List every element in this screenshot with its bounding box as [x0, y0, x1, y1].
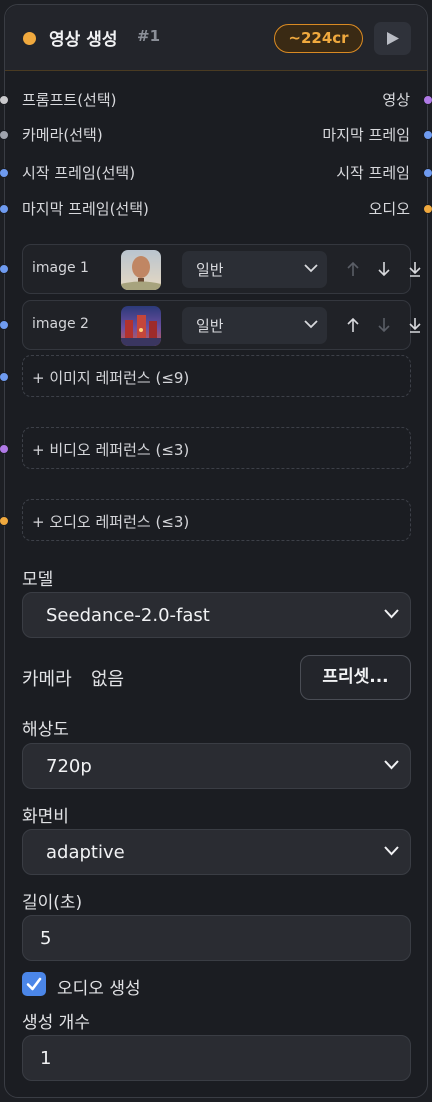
last-frame-output-port[interactable]	[423, 130, 432, 140]
resolution-label: 해상도	[22, 720, 69, 740]
move-bottom-icon[interactable]	[407, 260, 423, 278]
add-image-reference-button[interactable]: + 이미지 레퍼런스 (≤9)	[22, 355, 411, 397]
duration-label: 길이(초)	[22, 893, 83, 913]
chevron-down-icon	[384, 760, 399, 770]
image-mode-select[interactable]: 일반	[182, 251, 327, 288]
audio-output-port[interactable]	[423, 204, 432, 214]
input-label: 시작 프레임(선택)	[22, 164, 136, 182]
camera-input-port[interactable]	[0, 130, 9, 140]
move-bottom-icon[interactable]	[407, 316, 423, 334]
preset-button[interactable]: 프리셋...	[300, 655, 411, 700]
image-thumbnail[interactable]	[121, 250, 161, 290]
prompt-input-port[interactable]	[0, 95, 9, 105]
model-value: Seedance-2.0-fast	[46, 605, 210, 626]
resolution-select[interactable]: 720p	[22, 743, 411, 789]
aspect-value: adaptive	[46, 842, 125, 863]
checkmark-icon	[26, 977, 42, 991]
camera-value: 없음	[91, 669, 125, 690]
audio-generation-checkbox[interactable]	[22, 972, 46, 996]
image-mode-select[interactable]: 일반	[182, 307, 327, 344]
run-button[interactable]	[374, 22, 411, 55]
move-up-icon[interactable]	[345, 316, 361, 334]
node-index: #1	[137, 27, 161, 45]
image-ref-input-port[interactable]	[0, 372, 9, 382]
add-image-reference-label: + 이미지 레퍼런스 (≤9)	[32, 369, 190, 387]
aspect-label: 화면비	[22, 807, 69, 827]
image-2-input-port[interactable]	[0, 320, 9, 330]
video-output-port[interactable]	[423, 95, 432, 105]
image-mode-value: 일반	[196, 261, 224, 279]
aspect-select[interactable]: adaptive	[22, 829, 411, 875]
cost-badge: ~224cr	[274, 24, 363, 53]
add-video-reference-label: + 비디오 레퍼런스 (≤3)	[32, 441, 190, 459]
audio-ref-input-port[interactable]	[0, 516, 9, 526]
node-title: 영상 생성	[49, 30, 118, 50]
camera-label: 카메라	[22, 669, 72, 690]
chevron-down-icon	[384, 609, 399, 619]
start-frame-output-port[interactable]	[423, 168, 432, 178]
chevron-down-icon	[304, 264, 318, 273]
duration-input[interactable]: 5	[22, 915, 411, 961]
image-thumbnail[interactable]	[121, 306, 161, 346]
start-frame-input-port[interactable]	[0, 168, 9, 178]
count-value: 1	[40, 1048, 52, 1069]
audio-generation-label: 오디오 생성	[57, 979, 141, 999]
count-input[interactable]: 1	[22, 1035, 411, 1081]
play-icon	[387, 32, 399, 45]
chevron-down-icon	[384, 846, 399, 856]
add-audio-reference-label: + 오디오 레퍼런스 (≤3)	[32, 513, 190, 531]
count-label: 생성 개수	[22, 1013, 90, 1033]
output-label: 마지막 프레임	[322, 126, 410, 144]
io-row-last-frame: 마지막 프레임(선택) 오디오	[0, 198, 432, 220]
input-label: 마지막 프레임(선택)	[22, 200, 149, 218]
io-row-camera: 카메라(선택) 마지막 프레임	[0, 124, 432, 146]
image-ref-row: image 2 일반	[22, 300, 421, 350]
image-1-input-port[interactable]	[0, 264, 9, 274]
input-label: 카메라(선택)	[22, 126, 103, 144]
move-down-icon[interactable]	[376, 316, 392, 334]
io-row-start-frame: 시작 프레임(선택) 시작 프레임	[0, 162, 432, 184]
add-audio-reference-button[interactable]: + 오디오 레퍼런스 (≤3)	[22, 499, 411, 541]
last-frame-input-port[interactable]	[0, 204, 9, 214]
status-dot-icon	[23, 32, 36, 45]
model-label: 모델	[22, 570, 54, 590]
move-up-icon[interactable]	[345, 260, 361, 278]
node-header[interactable]: 영상 생성 #1 ~224cr	[5, 5, 427, 71]
io-row-prompt: 프롬프트(선택) 영상	[0, 89, 432, 111]
output-label: 영상	[382, 91, 410, 109]
video-ref-input-port[interactable]	[0, 444, 9, 454]
duration-value: 5	[40, 928, 52, 949]
image-ref-row: image 1 일반	[22, 244, 421, 294]
image-label: image 1	[32, 260, 89, 276]
output-label: 시작 프레임	[336, 164, 410, 182]
move-down-icon[interactable]	[376, 260, 392, 278]
chevron-down-icon	[304, 320, 318, 329]
output-label: 오디오	[368, 200, 410, 218]
input-label: 프롬프트(선택)	[22, 91, 117, 109]
image-label: image 2	[32, 316, 89, 332]
resolution-value: 720p	[46, 756, 92, 777]
add-video-reference-button[interactable]: + 비디오 레퍼런스 (≤3)	[22, 427, 411, 469]
video-generation-node: 영상 생성 #1 ~224cr 프롬프트(선택) 영상 카메라(선택) 마지막 …	[0, 4, 432, 1098]
image-mode-value: 일반	[196, 317, 224, 335]
model-select[interactable]: Seedance-2.0-fast	[22, 592, 411, 638]
